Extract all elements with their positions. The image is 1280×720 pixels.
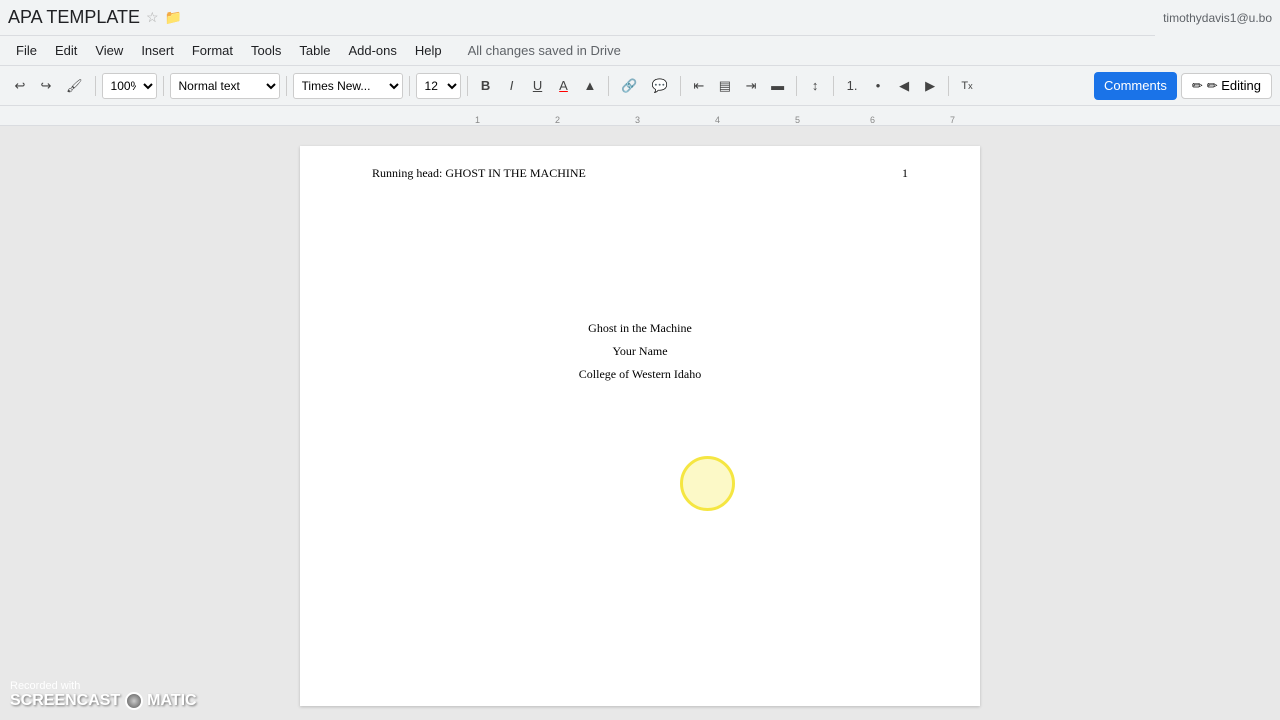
paint-format-button[interactable]: 🖌 (60, 72, 89, 100)
menu-view[interactable]: View (87, 39, 131, 62)
align-justify-button[interactable]: ▬ (765, 72, 790, 100)
author-line: Your Name (612, 344, 667, 359)
clear-format-button[interactable]: Tx (955, 72, 979, 100)
zoom-select[interactable]: 100% (102, 73, 157, 99)
title-line: Ghost in the Machine (588, 321, 692, 336)
bold-button[interactable]: B (474, 72, 498, 100)
text-color-button[interactable]: A (552, 72, 576, 100)
ruler-mark-7: 7 (950, 115, 955, 125)
align-left-button[interactable]: ⇤ (687, 72, 711, 100)
ruler-mark-3: 3 (635, 115, 640, 125)
separator-2 (163, 76, 164, 96)
link-button[interactable]: 🔗 (615, 72, 643, 100)
comments-button[interactable]: Comments (1094, 72, 1177, 100)
ruler-mark-5: 5 (795, 115, 800, 125)
title-left: APA TEMPLATE ☆ 📁 (8, 7, 182, 28)
paragraph-style-select[interactable]: Normal text (170, 73, 280, 99)
separator-6 (608, 76, 609, 96)
ruler-mark-2: 2 (555, 115, 560, 125)
menu-edit[interactable]: Edit (47, 39, 85, 62)
page-number: 1 (902, 166, 908, 181)
menu-bar: File Edit View Insert Format Tools Table… (0, 36, 1280, 66)
undo-button[interactable]: ↩ (8, 72, 32, 100)
doc-title[interactable]: APA TEMPLATE (8, 7, 140, 28)
ruler-mark-4: 4 (715, 115, 720, 125)
toolbar: ↩ ↪ 🖌 100% Normal text Times New... 12 B… (0, 66, 1280, 106)
editing-mode-button[interactable]: ✏ ✏ Editing (1181, 73, 1272, 99)
comment-button[interactable]: 💬 (646, 72, 674, 100)
line-spacing-button[interactable]: ↕ (803, 72, 827, 100)
document-area: Running head: GHOST IN THE MACHINE 1 Gho… (0, 126, 1280, 720)
menu-tools[interactable]: Tools (243, 39, 289, 62)
menu-table[interactable]: Table (291, 39, 338, 62)
page[interactable]: Running head: GHOST IN THE MACHINE 1 Gho… (300, 146, 980, 706)
autosave-message: All changes saved in Drive (468, 43, 621, 58)
unordered-list-button[interactable]: • (866, 72, 890, 100)
align-center-button[interactable]: ▤ (713, 72, 737, 100)
running-head-text: Running head: GHOST IN THE MACHINE (372, 166, 586, 181)
user-area: timothydavis1@u.bo (1155, 0, 1280, 36)
ordered-list-button[interactable]: 1. (840, 72, 864, 100)
menu-help[interactable]: Help (407, 39, 450, 62)
separator-4 (409, 76, 410, 96)
font-size-select[interactable]: 12 (416, 73, 461, 99)
ruler-mark-1: 1 (475, 115, 480, 125)
redo-button[interactable]: ↪ (34, 72, 58, 100)
increase-indent-button[interactable]: ▶ (918, 72, 942, 100)
underline-button[interactable]: U (526, 72, 550, 100)
toolbar-right: Comments ✏ ✏ Editing (1094, 72, 1272, 100)
institution-line: College of Western Idaho (579, 367, 701, 382)
cursor-highlight (680, 456, 735, 511)
separator-10 (948, 76, 949, 96)
ruler: 1 2 3 4 5 6 7 (0, 106, 1280, 126)
menu-format[interactable]: Format (184, 39, 241, 62)
star-icon[interactable]: ☆ (146, 9, 159, 26)
separator-1 (95, 76, 96, 96)
running-head: Running head: GHOST IN THE MACHINE 1 (372, 166, 908, 181)
editing-label: ✏ Editing (1207, 78, 1261, 94)
folder-icon[interactable]: 📁 (165, 9, 182, 26)
separator-3 (286, 76, 287, 96)
pencil-icon: ✏ (1192, 78, 1203, 94)
menu-file[interactable]: File (8, 39, 45, 62)
page-content: Ghost in the Machine Your Name College o… (372, 201, 908, 382)
italic-button[interactable]: I (500, 72, 524, 100)
separator-9 (833, 76, 834, 96)
separator-5 (467, 76, 468, 96)
highlight-button[interactable]: ▲ (578, 72, 603, 100)
decrease-indent-button[interactable]: ◀ (892, 72, 916, 100)
watermark: Recorded with SCREENCAST MATIC (10, 680, 197, 710)
menu-insert[interactable]: Insert (133, 39, 182, 62)
menu-addons[interactable]: Add-ons (340, 39, 404, 62)
separator-7 (680, 76, 681, 96)
watermark-brand: SCREENCAST MATIC (10, 692, 197, 710)
watermark-recorded-text: Recorded with (10, 680, 197, 692)
separator-8 (796, 76, 797, 96)
user-email: timothydavis1@u.bo (1163, 11, 1272, 25)
align-right-button[interactable]: ⇥ (739, 72, 763, 100)
title-bar: APA TEMPLATE ☆ 📁 timothydavis1@u.bo (0, 0, 1280, 36)
font-select[interactable]: Times New... (293, 73, 403, 99)
ruler-mark-6: 6 (870, 115, 875, 125)
ruler-content: 1 2 3 4 5 6 7 (315, 106, 1280, 125)
